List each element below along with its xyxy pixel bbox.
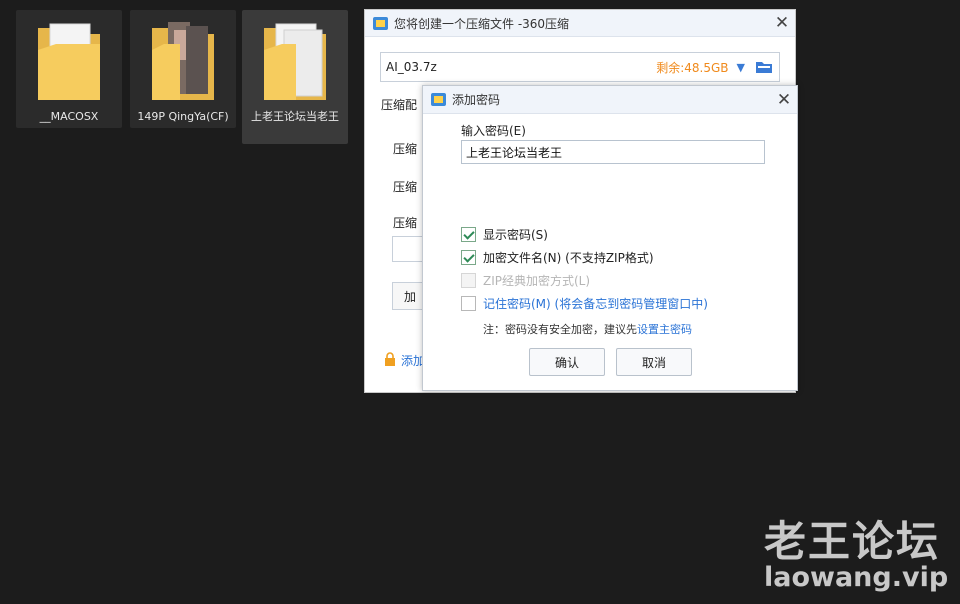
close-icon[interactable]: ✕: [769, 13, 795, 33]
output-path-field[interactable]: AI_03.7z 剩余:48.5GB ▼: [380, 52, 780, 82]
remember-password-label: 记住密码(M) (将会备忘到密码管理窗口中): [483, 297, 708, 311]
encrypt-filenames-option[interactable]: 加密文件名(N) (不支持ZIP格式): [461, 249, 654, 266]
close-icon[interactable]: ✕: [771, 90, 797, 110]
folder-icon: [152, 22, 214, 100]
compress-option-label-2: 压缩: [393, 180, 418, 194]
show-password-option[interactable]: 显示密码(S): [461, 226, 548, 243]
folder-label: 149P QingYa(CF): [137, 110, 229, 123]
password-input[interactable]: [461, 140, 765, 164]
button-label: 加: [404, 290, 417, 304]
add-password-button-back[interactable]: 加: [392, 282, 424, 310]
show-password-label: 显示密码(S): [483, 228, 548, 242]
encrypt-filenames-checkbox[interactable]: [461, 250, 476, 265]
zip-classic-option: ZIP经典加密方式(L): [461, 272, 590, 289]
cancel-button[interactable]: 取消: [616, 348, 692, 376]
encrypt-filenames-label: 加密文件名(N) (不支持ZIP格式): [483, 251, 654, 265]
output-filename: AI_03.7z: [386, 60, 437, 74]
app-360zip-icon: [431, 93, 446, 106]
folder-icon: [38, 23, 100, 100]
folder-label: __MACOSX: [39, 110, 99, 123]
add-password-title: 添加密码: [452, 93, 501, 107]
compress-option-field[interactable]: [392, 236, 424, 262]
app-360zip-icon: [373, 16, 388, 30]
folder-label: 上老王论坛当老王: [251, 110, 339, 123]
security-note: 注：密码没有安全加密，建议先设置主密码: [483, 321, 692, 337]
lock-icon: [383, 352, 397, 369]
password-input-label: 输入密码(E): [461, 124, 526, 138]
compress-option-label-3: 压缩: [393, 216, 418, 230]
zip-classic-checkbox: [461, 273, 476, 288]
zip-classic-label: ZIP经典加密方式(L): [483, 274, 591, 288]
desktop-folder-macosx[interactable]: __MACOSX: [16, 10, 122, 128]
browse-folder-icon[interactable]: [755, 60, 773, 74]
compress-dialog-titlebar: 您将创建一个压缩文件 -360压缩 ✕: [365, 10, 795, 37]
watermark-title: 老王论坛: [764, 517, 941, 566]
confirm-button[interactable]: 确认: [529, 348, 605, 376]
remember-password-option[interactable]: 记住密码(M) (将会备忘到密码管理窗口中): [461, 295, 708, 312]
folder-icon: [264, 23, 326, 100]
show-password-checkbox[interactable]: [461, 227, 476, 242]
set-master-password-link[interactable]: 设置主密码: [637, 323, 692, 336]
security-note-text: 注：密码没有安全加密，建议先: [483, 323, 637, 336]
desktop-folder-qingya[interactable]: 149P QingYa(CF): [130, 10, 236, 128]
remember-password-checkbox[interactable]: [461, 296, 476, 311]
desktop-folder-laowang[interactable]: 上老王论坛当老王: [242, 10, 348, 144]
free-space-text: 剩余:48.5GB: [656, 60, 729, 75]
watermark-url: laowang.vip: [764, 562, 949, 593]
add-password-titlebar: 添加密码 ✕: [423, 86, 797, 114]
compress-option-label-1: 压缩: [393, 142, 418, 156]
chevron-down-icon[interactable]: ▼: [737, 61, 745, 74]
add-password-dialog: 添加密码 ✕ 输入密码(E) 显示密码(S) 加密文件名(N) (不支持ZIP格…: [422, 85, 798, 391]
compress-config-label: 压缩配: [381, 98, 418, 112]
compress-dialog-title: 您将创建一个压缩文件 -360压缩: [394, 16, 570, 31]
